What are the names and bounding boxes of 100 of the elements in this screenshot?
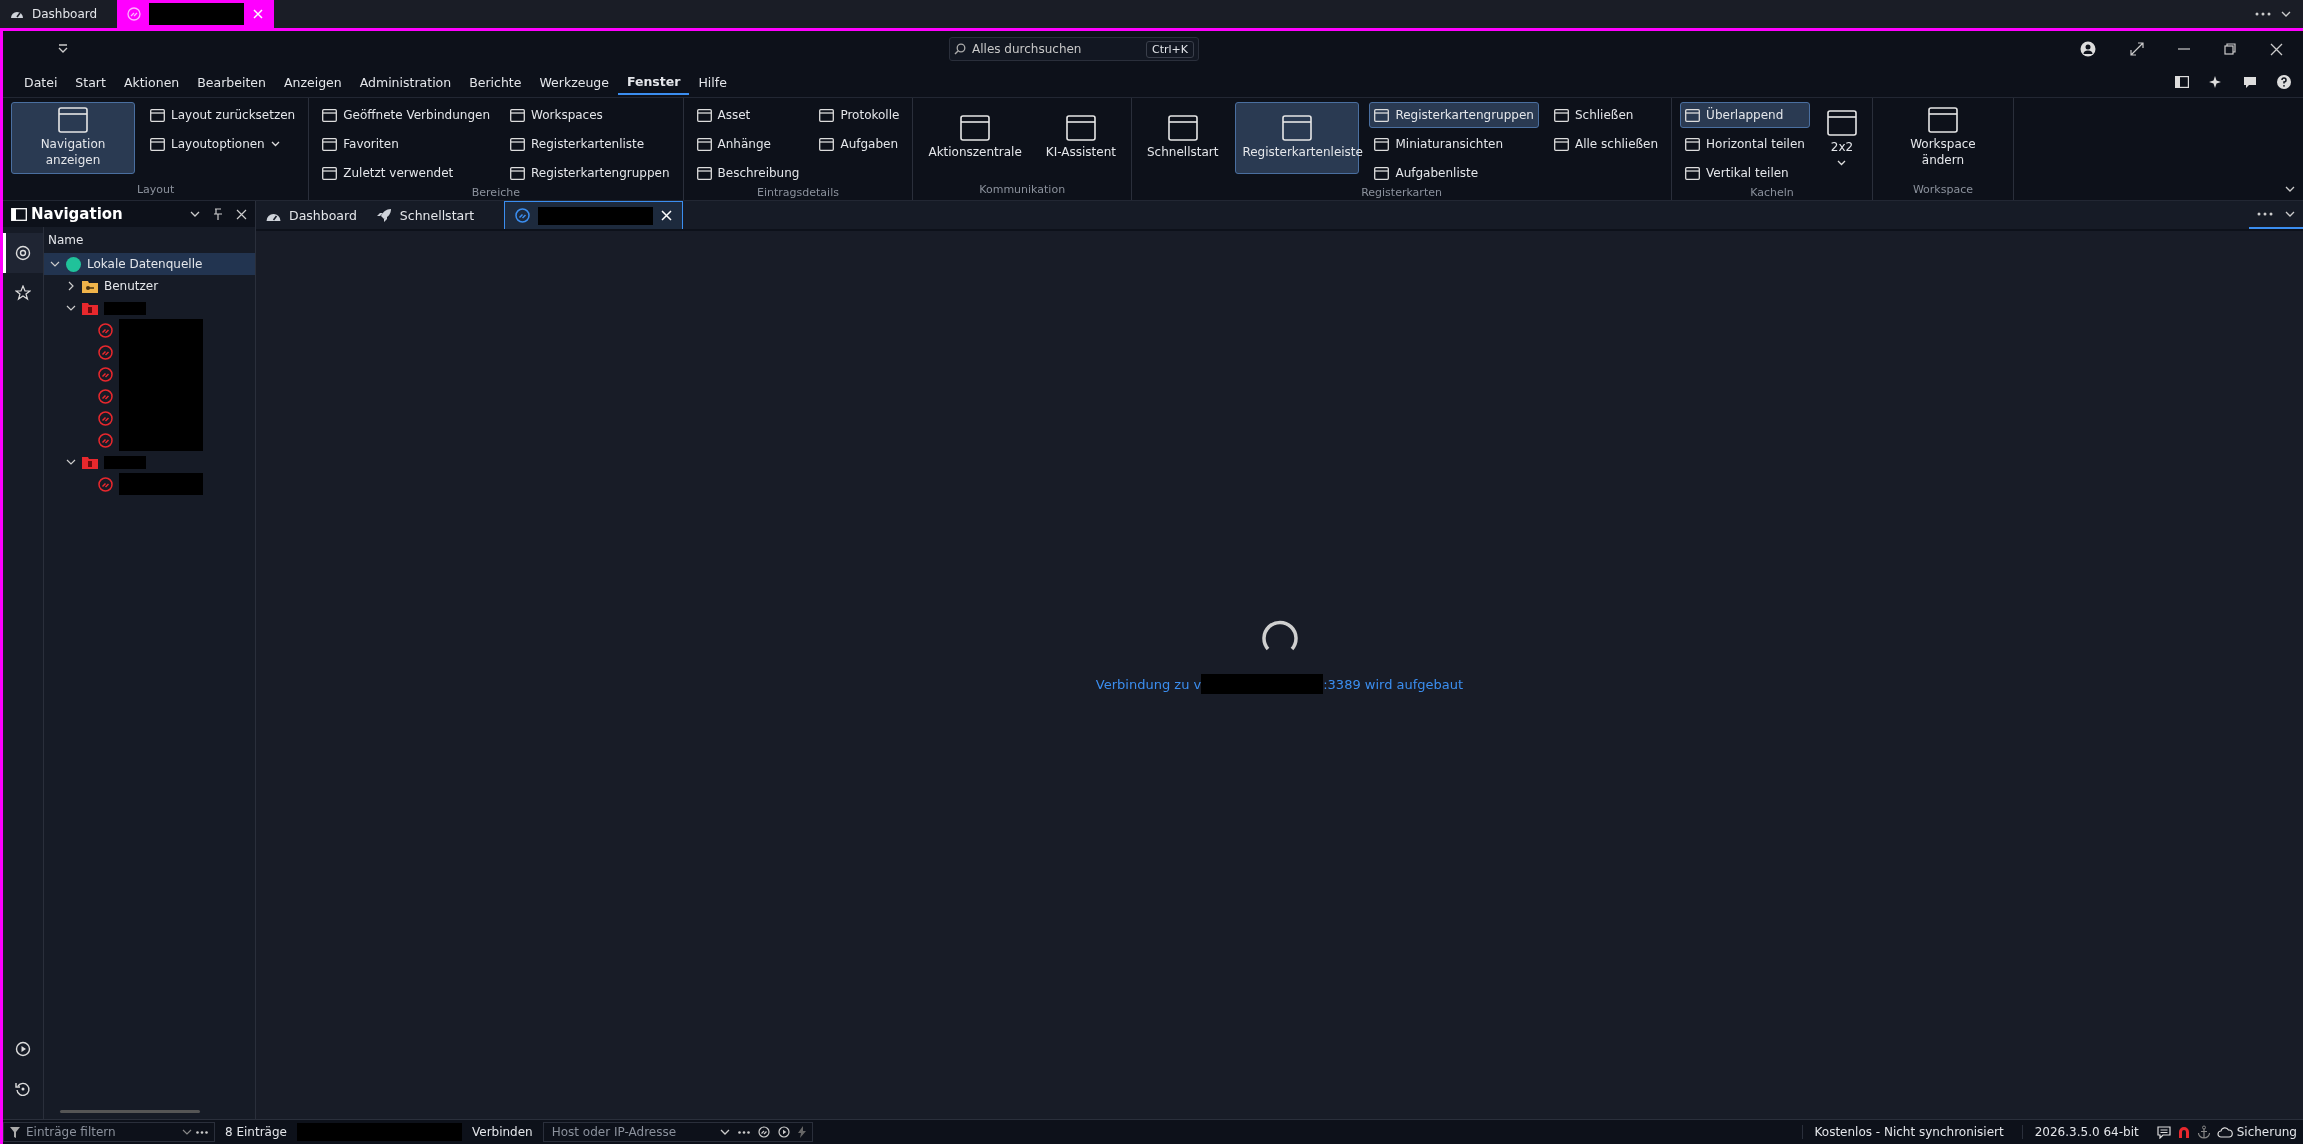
ribbon-button[interactable]: Überlappend xyxy=(1680,102,1810,128)
magnet-icon[interactable] xyxy=(2176,1125,2191,1139)
more-icon[interactable] xyxy=(2257,212,2273,216)
app-tab[interactable] xyxy=(117,0,275,28)
close-icon[interactable] xyxy=(236,208,247,220)
group-label: Bereiche xyxy=(470,186,521,201)
ribbon-button[interactable]: Layoutoptionen xyxy=(145,131,301,157)
ribbon-button[interactable]: Aufgaben xyxy=(814,131,905,157)
window-icon xyxy=(696,137,712,151)
close-icon[interactable] xyxy=(2270,42,2283,56)
ribbon-button[interactable]: Anhänge xyxy=(691,131,805,157)
tree-item[interactable]: Benutzer xyxy=(44,275,255,297)
ribbon-button[interactable]: Schließen xyxy=(1548,102,1664,128)
lightning-icon[interactable] xyxy=(797,1126,806,1138)
host-input[interactable]: Host oder IP-Adresse xyxy=(549,1124,712,1140)
search-input[interactable]: Alles durchsuchen xyxy=(970,41,1142,57)
connection-icon xyxy=(515,208,531,223)
connect-label: Verbinden xyxy=(470,1125,534,1139)
ribbon-button[interactable]: Horizontal teilen xyxy=(1680,131,1810,157)
document-tab[interactable]: Schnellstart xyxy=(366,201,485,229)
ribbon-button[interactable]: Registerkartengruppen xyxy=(1369,102,1539,128)
expander-icon[interactable] xyxy=(66,281,76,291)
quick-access-icon[interactable] xyxy=(58,44,68,54)
tree-item[interactable]: Lokale Datenquelle xyxy=(44,253,255,275)
ribbon-button[interactable]: Workspaces xyxy=(505,102,675,128)
chat-icon[interactable] xyxy=(2243,75,2257,89)
ribbon-button[interactable]: Beschreibung xyxy=(691,160,805,186)
chevron-down-icon xyxy=(182,1129,192,1135)
search-field[interactable]: Alles durchsuchen Ctrl+K xyxy=(949,37,1199,61)
connection-icon xyxy=(127,7,142,21)
ribbon-button[interactable]: Aktionszentrale xyxy=(921,102,1029,174)
more-icon[interactable] xyxy=(2255,12,2271,16)
history-icon[interactable] xyxy=(15,1081,31,1097)
column-header[interactable]: Name xyxy=(44,227,255,253)
group-label: Eintragsdetails xyxy=(756,186,840,201)
ribbon-button[interactable]: KI-Assistent xyxy=(1038,102,1123,174)
ribbon-button[interactable]: Alle schließen xyxy=(1548,131,1664,157)
ribbon-button[interactable]: Registerkartengruppen xyxy=(505,160,675,186)
expander-icon[interactable] xyxy=(66,457,76,467)
document-tab[interactable] xyxy=(504,201,684,229)
window-icon xyxy=(1685,108,1701,122)
ribbon-button[interactable]: Navigation anzeigen xyxy=(11,102,135,174)
expander-icon[interactable] xyxy=(66,303,76,313)
host-field[interactable]: Host oder IP-Adresse xyxy=(542,1122,813,1142)
menu-item[interactable]: Datei xyxy=(15,70,67,94)
ribbon-button[interactable]: Geöffnete Verbindungen xyxy=(317,102,495,128)
help-icon[interactable] xyxy=(2277,75,2291,89)
anchor-icon[interactable] xyxy=(2196,1125,2211,1139)
ribbon-button[interactable]: Asset xyxy=(691,102,805,128)
filter-input[interactable]: Einträge filtern xyxy=(24,1124,178,1140)
menu-item[interactable]: Anzeigen xyxy=(274,70,351,94)
panel-icon[interactable] xyxy=(2175,76,2189,88)
chevron-down-icon[interactable] xyxy=(2281,11,2291,17)
ribbon-button[interactable]: Registerkartenliste xyxy=(505,131,675,157)
menu-item[interactable]: Hilfe xyxy=(689,70,736,94)
window-icon xyxy=(1685,166,1701,180)
expander-icon[interactable] xyxy=(50,259,60,269)
backup-button[interactable]: Sicherung xyxy=(2216,1125,2297,1139)
account-icon[interactable] xyxy=(2080,41,2096,57)
version-label: 2026.3.5.0 64-bit xyxy=(2021,1125,2151,1139)
ribbon-button[interactable]: Vertikal teilen xyxy=(1680,160,1810,186)
menu-item[interactable]: Fenster xyxy=(617,69,690,95)
ribbon-button[interactable]: 2x2 xyxy=(1819,102,1864,174)
ribbon-button[interactable]: Miniaturansichten xyxy=(1369,131,1539,157)
star-icon[interactable] xyxy=(15,285,31,301)
restore-icon[interactable] xyxy=(2224,43,2236,55)
ribbon-button[interactable]: Workspace ändern xyxy=(1880,102,2005,174)
window-icon xyxy=(11,207,27,221)
redacted-block xyxy=(104,301,146,315)
ribbon-button[interactable]: Favoriten xyxy=(317,131,495,157)
window-icon xyxy=(322,166,338,180)
menu-item[interactable]: Bearbeiten xyxy=(188,70,275,94)
ribbon-button[interactable]: Protokolle xyxy=(814,102,905,128)
menu-item[interactable]: Berichte xyxy=(460,70,531,94)
app-tab[interactable]: Dashboard xyxy=(0,0,108,28)
chevron-down-icon[interactable] xyxy=(190,211,200,217)
ribbon-button[interactable]: Schnellstart xyxy=(1140,102,1226,174)
fullscreen-icon[interactable] xyxy=(2130,42,2144,56)
menu-item[interactable]: Administration xyxy=(350,70,461,94)
play-icon[interactable] xyxy=(15,1041,31,1057)
ribbon-button[interactable]: Layout zurücksetzen xyxy=(145,102,301,128)
window-icon xyxy=(1374,166,1390,180)
panel-title: Navigation xyxy=(31,205,123,223)
connection-icon[interactable] xyxy=(757,1126,770,1138)
play-icon[interactable] xyxy=(777,1126,790,1138)
collapse-ribbon-icon[interactable] xyxy=(2285,186,2295,192)
status-dot-icon xyxy=(66,256,81,272)
more-icon[interactable] xyxy=(737,1130,750,1134)
ribbon-button[interactable]: Zuletzt verwendet xyxy=(317,160,495,186)
menu-item[interactable]: Aktionen xyxy=(114,70,189,94)
menu-item[interactable]: Start xyxy=(66,70,115,94)
document-tab[interactable]: Dashboard xyxy=(256,201,367,229)
more-icon[interactable] xyxy=(196,1130,208,1134)
menu-item[interactable]: Werkzeuge xyxy=(530,70,618,94)
navigation-tab[interactable] xyxy=(3,233,43,273)
filter-field[interactable]: Einträge filtern xyxy=(3,1122,215,1142)
message-icon[interactable] xyxy=(2156,1125,2171,1139)
chevron-down-icon[interactable] xyxy=(2285,211,2295,217)
sparkle-icon[interactable] xyxy=(2209,75,2223,89)
ribbon-button[interactable]: Aufgabenliste xyxy=(1369,160,1539,186)
